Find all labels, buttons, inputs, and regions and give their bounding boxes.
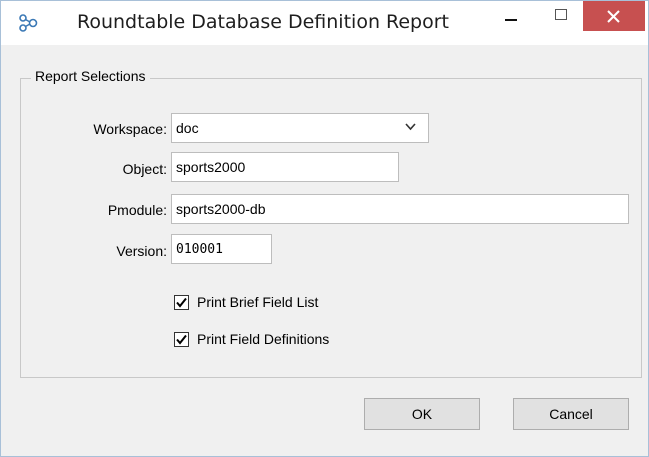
cancel-button[interactable]: Cancel — [513, 398, 629, 430]
chevron-down-icon — [405, 123, 416, 131]
version-label: Version: — [116, 243, 167, 259]
pmodule-label: Pmodule: — [107, 202, 167, 218]
pmodule-value: sports2000-db — [176, 201, 266, 217]
minimize-icon — [505, 19, 517, 21]
version-value: 010001 — [176, 242, 223, 257]
print-brief-label[interactable]: Print Brief Field List — [197, 294, 318, 310]
maximize-icon — [555, 9, 567, 20]
close-icon — [607, 10, 620, 23]
close-button[interactable] — [583, 1, 645, 31]
minimize-button[interactable] — [489, 1, 535, 31]
app-icon — [17, 13, 39, 35]
version-input[interactable]: 010001 — [171, 234, 272, 264]
maximize-button[interactable] — [539, 1, 585, 31]
print-definitions-label[interactable]: Print Field Definitions — [197, 331, 329, 347]
checkmark-icon — [176, 334, 187, 345]
pmodule-input[interactable]: sports2000-db — [171, 194, 629, 224]
print-brief-checkbox[interactable] — [174, 295, 189, 310]
window-title: Roundtable Database Definition Report — [77, 11, 450, 33]
title-bar[interactable]: Roundtable Database Definition Report — [1, 1, 648, 45]
object-input[interactable]: sports2000 — [171, 152, 399, 182]
group-label: Report Selections — [31, 68, 150, 84]
workspace-value: doc — [176, 120, 199, 136]
workspace-select[interactable]: doc — [171, 113, 429, 143]
ok-button[interactable]: OK — [364, 398, 480, 430]
object-value: sports2000 — [176, 159, 246, 175]
object-label: Object: — [122, 161, 167, 177]
print-definitions-checkbox[interactable] — [174, 332, 189, 347]
checkmark-icon — [176, 297, 187, 308]
workspace-label: Workspace: — [93, 121, 167, 137]
dialog-window: Roundtable Database Definition Report Re… — [0, 0, 649, 457]
